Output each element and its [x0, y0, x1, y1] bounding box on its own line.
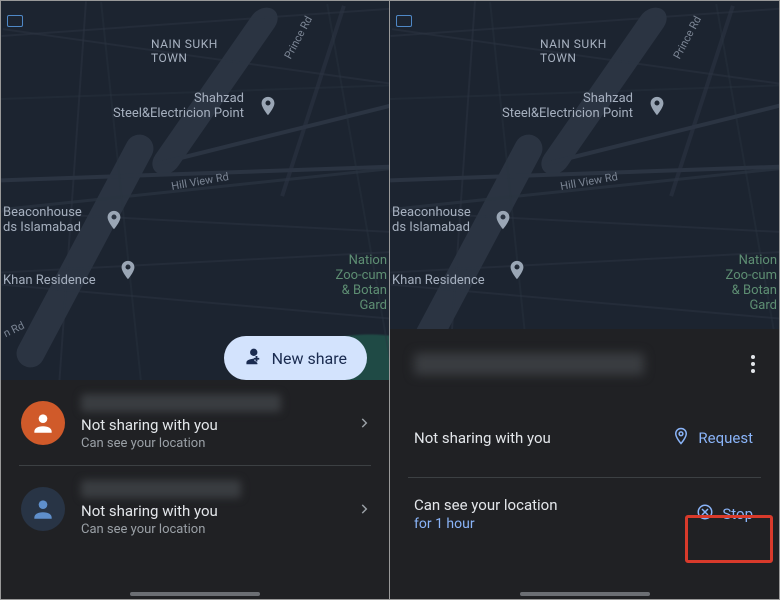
can-see-text: Can see your location [414, 496, 558, 514]
sharing-status-row: Not sharing with you Request [390, 399, 779, 477]
location-sharing-sheet[interactable]: New share Not sharing with you Can see y… [1, 380, 389, 599]
map-pin-icon[interactable] [492, 209, 514, 231]
home-indicator [520, 592, 650, 596]
new-share-label: New share [272, 349, 347, 368]
map-pin-icon[interactable] [506, 259, 528, 281]
stop-button[interactable]: Stop [688, 497, 761, 531]
request-label: Request [698, 429, 753, 447]
status-text: Not sharing with you [414, 429, 551, 447]
contact-subline: Can see your location [81, 522, 351, 537]
stop-label: Stop [722, 505, 753, 523]
contact-detail-sheet[interactable]: Not sharing with you Request Can see you… [390, 329, 779, 599]
contact-row[interactable]: Not sharing with you Can see your locati… [1, 466, 389, 551]
chevron-right-icon [351, 416, 377, 430]
contact-subline: Can see your location [81, 436, 351, 451]
duration-text: for 1 hour [414, 516, 558, 532]
screenshot-right: NAIN SUKH TOWN Prince Rd Shahzad Steel&E… [390, 0, 780, 600]
home-indicator [130, 592, 260, 596]
cancel-circle-icon [696, 503, 714, 525]
contact-text: Not sharing with you Can see your locati… [81, 394, 351, 451]
map-pin-icon[interactable] [103, 209, 125, 231]
more-menu-button[interactable] [743, 347, 763, 381]
location-pin-icon [672, 427, 690, 449]
sheet-header [390, 329, 779, 399]
contact-text: Not sharing with you Can see your locati… [81, 480, 351, 537]
person-add-icon [240, 345, 262, 371]
map-road-label: Prince Rd [282, 14, 315, 61]
map-pin-icon[interactable] [117, 259, 139, 281]
contact-status: Not sharing with you [81, 416, 351, 434]
map-pin-icon[interactable] [257, 95, 279, 117]
map-pin-icon[interactable] [646, 95, 668, 117]
request-button[interactable]: Request [664, 421, 761, 455]
avatar [21, 401, 65, 445]
contact-name-blurred [81, 394, 281, 412]
contact-email-blurred [414, 353, 644, 375]
contact-name-blurred [81, 480, 241, 498]
chevron-right-icon [351, 502, 377, 516]
screenshot-left: NAIN SUKH TOWN Prince Rd Shahzad Steel&E… [0, 0, 390, 600]
contact-row[interactable]: Not sharing with you Can see your locati… [1, 380, 389, 465]
transit-icon [396, 15, 412, 27]
can-see-row: Can see your location for 1 hour Stop [390, 478, 779, 550]
avatar [21, 487, 65, 531]
new-share-button[interactable]: New share [224, 336, 367, 380]
transit-icon [7, 15, 23, 27]
map-road-label: Prince Rd [671, 14, 704, 61]
contact-status: Not sharing with you [81, 502, 351, 520]
